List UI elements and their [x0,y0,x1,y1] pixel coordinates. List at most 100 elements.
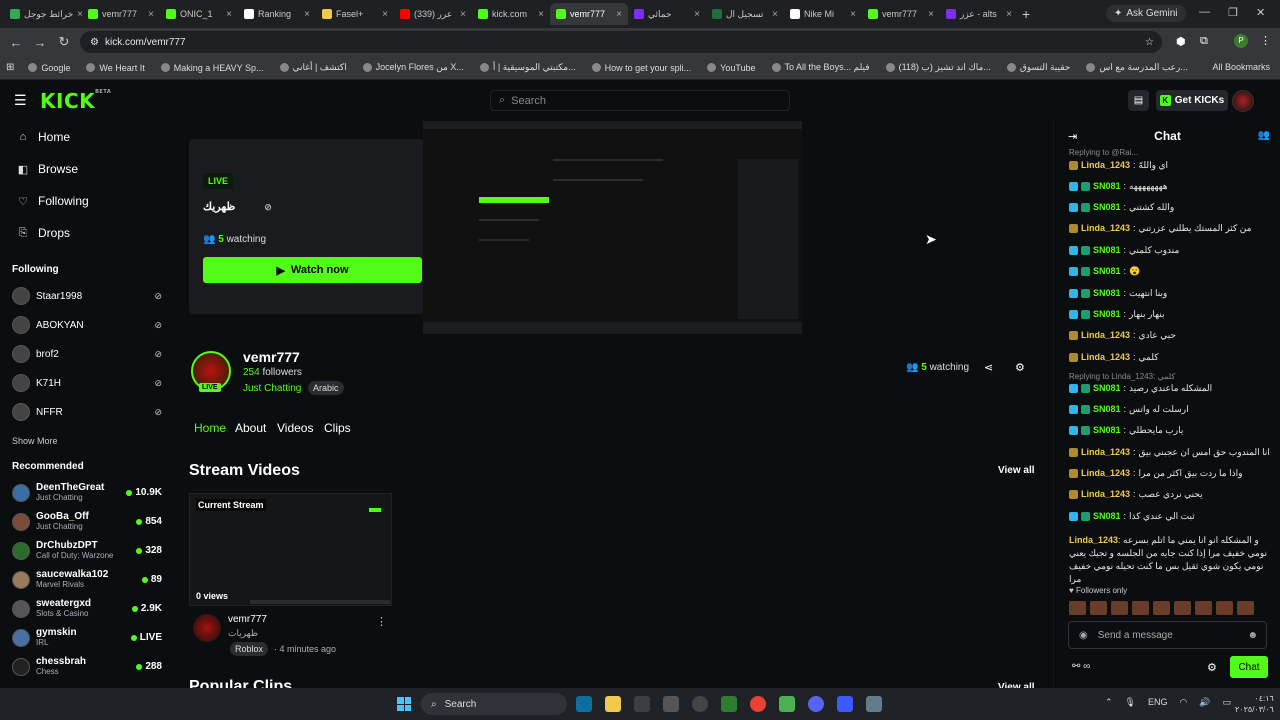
chat-username[interactable]: SN081 [1093,265,1121,277]
sidebar-item-home[interactable]: ⌂ Home [16,130,70,144]
following-item[interactable]: ABOKYAN ⊘ [12,316,162,334]
channel-tag[interactable]: Arabic [308,381,344,395]
app-icon[interactable] [721,696,737,712]
app-icon[interactable] [837,696,853,712]
chat-send-button[interactable]: Chat [1230,656,1268,678]
sidebar-item-drops[interactable]: ⎘ Drops [16,226,70,240]
chat-username[interactable]: Linda_1243 [1081,159,1130,171]
reload-icon[interactable]: ↻ [52,34,76,50]
emote[interactable] [1132,601,1149,615]
recommended-item[interactable]: chessbrah Chess 288 [12,656,162,677]
tab-close-icon[interactable]: × [148,9,154,20]
sidebar-item-browse[interactable]: ◧ Browse [16,162,78,176]
chat-username[interactable]: SN081 [1093,308,1121,320]
chat-username[interactable]: Linda_1243 [1081,329,1130,341]
watch-now-button[interactable]: ▶ Watch now [203,257,422,283]
browser-tab[interactable]: خرائط جوجل × [4,3,82,25]
file-explorer-icon[interactable] [605,696,621,712]
tab-close-icon[interactable]: × [850,9,856,20]
browser-tab[interactable]: Ranking × [238,3,316,25]
chat-username[interactable]: SN081 [1093,287,1121,299]
bookmark-item[interactable]: Making a HEAVY Sp... [153,62,272,73]
minimize-button[interactable]: — [1199,6,1210,18]
system-clock[interactable]: ٠٤:١٦ ٢٠٢٥/٠٣/٠٦ [1235,693,1274,715]
tab-close-icon[interactable]: × [538,9,544,20]
tab-close-icon[interactable]: × [1006,9,1012,20]
user-avatar[interactable] [1232,90,1254,112]
recommended-item[interactable]: DrChubzDPT Call of Duty: Warzone 328 [12,540,162,561]
app-icon[interactable] [779,696,795,712]
all-bookmarks-button[interactable]: All Bookmarks [1212,62,1270,72]
video-channel-avatar[interactable] [193,614,221,642]
new-tab-button[interactable]: + [1022,6,1030,22]
url-field[interactable]: ⚙ kick.com/vemr777 ☆ [80,31,1162,53]
back-icon[interactable]: ← [4,35,28,50]
browser-tab[interactable]: vemr777 × [82,3,160,25]
tray-chevron-icon[interactable]: ⌃ [1105,697,1113,708]
ask-gemini-button[interactable]: ✦ Ask Gemini [1106,5,1186,22]
bookmark-item[interactable]: We Heart It [78,62,152,73]
wifi-icon[interactable]: ◠ [1180,697,1188,708]
chat-username[interactable]: SN081 [1093,244,1121,256]
browser-tab[interactable]: ONIC_1 × [160,3,238,25]
apps-grid-icon[interactable]: ⊞ [6,62,14,73]
discord-icon[interactable] [808,696,824,712]
options-icon[interactable]: ⚙ [1015,361,1025,374]
mute-icon[interactable]: ⊘ [264,202,272,212]
tab-about[interactable]: About [235,421,266,435]
profile-avatar[interactable]: P [1234,34,1248,48]
following-item[interactable]: brof2 ⊘ [12,345,162,363]
bookmark-star-icon[interactable]: ☆ [1145,37,1154,48]
following-item[interactable]: NFFR ⊘ [12,403,162,421]
video-title[interactable]: ظهريات [228,628,258,639]
chat-settings-icon[interactable]: ⚙ [1207,661,1217,674]
view-all-videos-link[interactable]: View all [998,465,1035,476]
recommended-item[interactable]: saucewalka102 Marvel Rivals 89 [12,569,162,590]
tab-home[interactable]: Home [194,421,226,435]
bookmark-item[interactable]: Jocelyn Flores من X... [355,62,472,73]
chat-badge-icon[interactable]: ◉ [1079,630,1088,641]
video-thumbnail[interactable]: Current Stream 0 views [189,493,392,606]
bookmark-item[interactable]: Google [20,62,78,73]
tab-videos[interactable]: Videos [277,421,313,435]
microphone-icon[interactable]: 🎙 [1125,697,1136,708]
sidebar-item-following[interactable]: ♡ Following [16,194,89,208]
bookmark-item[interactable]: حقيبة التسوق [999,62,1079,73]
tab-close-icon[interactable]: × [928,9,934,20]
chat-username[interactable]: SN081 [1093,403,1121,415]
recommended-item[interactable]: GooBa_Off Just Chatting 854 [12,511,162,532]
get-kicks-button[interactable]: K Get KICKs [1156,90,1228,111]
tab-close-icon[interactable]: × [382,9,388,20]
chat-username[interactable]: Linda_1243 [1081,446,1130,458]
bookmark-item[interactable]: مكتبتي الموسيقية | أ... [472,62,584,73]
channel-category[interactable]: Just Chatting [243,383,301,394]
app-icon[interactable] [663,696,679,712]
browser-tab[interactable]: kick.com × [472,3,550,25]
video-tag[interactable]: Roblox [230,642,269,656]
store-icon[interactable] [634,696,650,712]
bookmark-item[interactable]: YouTube [699,62,763,73]
video-more-icon[interactable]: ⋮ [376,615,387,628]
chat-username[interactable]: Linda_1243 [1081,351,1130,363]
taskbar-search[interactable]: ⌕ Search [421,693,567,715]
menu-icon[interactable]: ☰ [14,92,27,109]
search-input[interactable]: ⌕ Search [490,90,790,111]
recommended-item[interactable]: sweatergxd Slots & Casino 2.9K [12,598,162,619]
app-icon[interactable] [692,696,708,712]
browser-tab[interactable]: vemr777 × [550,3,628,25]
recommended-item[interactable]: DeenTheGreat Just Chatting 10.9K [12,482,162,503]
bookmark-item[interactable]: (118) ماك اند تشيز (ب... [878,62,999,73]
stream-preview[interactable] [423,121,802,334]
maximize-button[interactable]: ❐ [1228,6,1238,19]
site-info-icon[interactable]: ⚙ [90,37,99,48]
browser-tab[interactable]: (339) عرر × [394,3,472,25]
following-item[interactable]: K71H ⊘ [12,374,162,392]
bookmark-item[interactable]: To All the Boys... فيلم [764,62,878,73]
chat-username[interactable]: Linda_1243 [1069,535,1118,545]
chat-username[interactable]: SN081 [1093,201,1121,213]
layout-toggle-icon[interactable]: ▤ [1128,90,1149,111]
tab-close-icon[interactable]: × [772,9,778,20]
tab-close-icon[interactable]: × [304,9,310,20]
browser-tab[interactable]: vemr777 × [862,3,940,25]
chrome-icon[interactable] [750,696,766,712]
